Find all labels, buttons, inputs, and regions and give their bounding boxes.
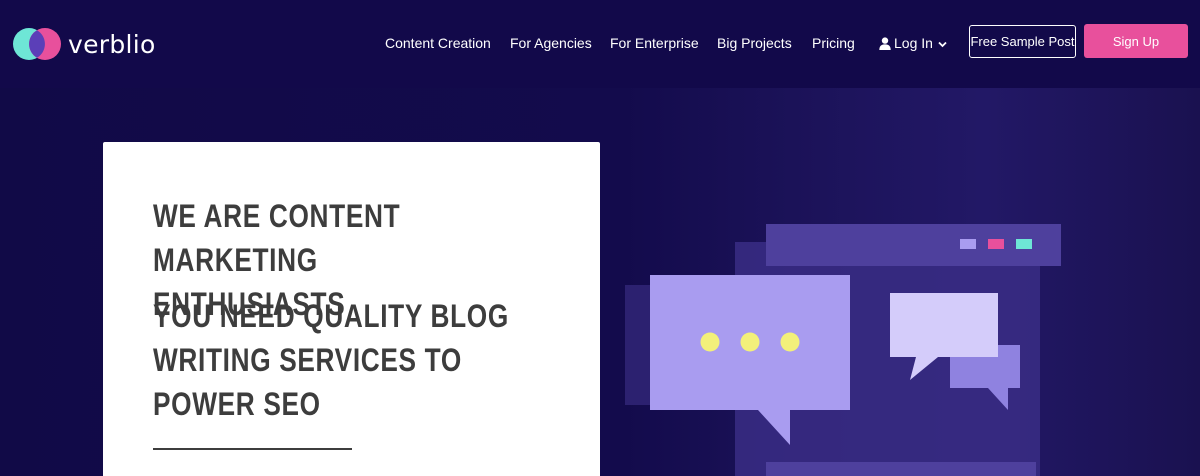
top-navigation: verblio Content Creation For Agencies Fo… — [0, 0, 1200, 88]
brand-logo[interactable]: verblio — [12, 26, 156, 62]
heading-divider — [153, 448, 352, 450]
free-sample-post-button[interactable]: Free Sample Post — [969, 25, 1076, 58]
login-label: Log In — [894, 35, 933, 51]
chat-bubbles-illustration — [625, 224, 1061, 476]
brand-name: verblio — [68, 29, 156, 59]
nav-big-projects[interactable]: Big Projects — [717, 35, 792, 51]
user-icon — [879, 36, 891, 50]
hero-heading-secondary: You need quality blog writing services t… — [153, 298, 509, 422]
nav-for-enterprise[interactable]: For Enterprise — [610, 35, 699, 51]
login-menu[interactable]: Log In — [879, 35, 947, 51]
hero-card: We are content marketing enthusiasts You… — [103, 142, 600, 476]
chevron-down-icon — [938, 41, 947, 48]
nav-content-creation[interactable]: Content Creation — [385, 35, 491, 51]
verblio-logo-icon — [13, 28, 61, 60]
nav-pricing[interactable]: Pricing — [812, 35, 855, 51]
sign-up-button[interactable]: Sign Up — [1084, 24, 1188, 58]
nav-for-agencies[interactable]: For Agencies — [510, 35, 592, 51]
